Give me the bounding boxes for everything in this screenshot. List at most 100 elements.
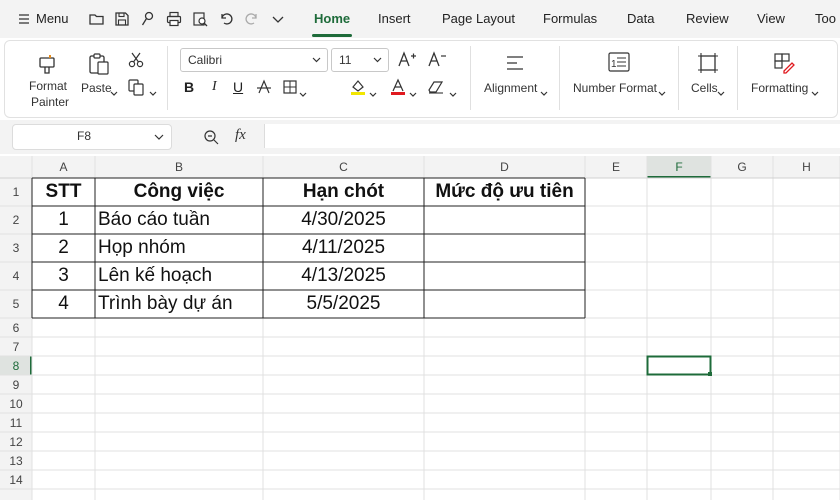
formatting-chevron-icon[interactable] xyxy=(811,84,819,102)
header-han-chot[interactable]: Hạn chót xyxy=(263,178,424,206)
redo-icon[interactable] xyxy=(243,10,261,28)
header-muc-do-uu-tien[interactable]: Mức độ ưu tiên xyxy=(424,178,585,206)
row-header-5[interactable]: 5 xyxy=(0,297,32,311)
copy-icon[interactable] xyxy=(127,78,145,101)
column-header-d[interactable]: D xyxy=(424,160,585,174)
cell-cong-viec[interactable]: Trình bày dự án xyxy=(95,290,263,318)
cell-han-chot[interactable]: 5/5/2025 xyxy=(263,290,424,318)
tab-insert[interactable]: Insert xyxy=(378,11,411,26)
number-format-chevron-icon[interactable] xyxy=(658,84,666,102)
format-painter-label[interactable]: Format xyxy=(29,79,67,93)
paste-dropdown-chevron-icon[interactable] xyxy=(110,84,118,102)
cell-muc-do-uu-tien[interactable] xyxy=(424,262,585,290)
column-header-h[interactable]: H xyxy=(773,160,840,174)
font-color-chevron-icon[interactable] xyxy=(409,85,417,103)
cells-icon[interactable] xyxy=(697,52,719,79)
copy-dropdown-chevron-icon[interactable] xyxy=(149,84,157,102)
row-header-9[interactable]: 9 xyxy=(0,378,32,392)
cell-muc-do-uu-tien[interactable] xyxy=(424,290,585,318)
tab-data[interactable]: Data xyxy=(627,11,654,26)
row-header-2[interactable]: 2 xyxy=(0,213,32,227)
header-cong-viec[interactable]: Công việc xyxy=(95,178,263,206)
font-size-dropdown[interactable]: 11 xyxy=(331,48,389,72)
row-header-7[interactable]: 7 xyxy=(0,340,32,354)
tab-review[interactable]: Review xyxy=(686,11,729,26)
cell-han-chot[interactable]: 4/30/2025 xyxy=(263,206,424,234)
cell-cong-viec[interactable]: Báo cáo tuần xyxy=(95,206,263,234)
tab-home[interactable]: Home xyxy=(314,11,350,26)
tab-view[interactable]: View xyxy=(757,11,785,26)
alignment-chevron-icon[interactable] xyxy=(540,84,548,102)
alignment-label[interactable]: Alignment xyxy=(484,81,537,95)
paste-label[interactable]: Paste xyxy=(81,81,112,95)
paste-icon[interactable] xyxy=(88,52,110,81)
cell-stt[interactable]: 2 xyxy=(32,234,95,262)
open-folder-icon[interactable] xyxy=(88,10,106,28)
borders-chevron-icon[interactable] xyxy=(299,85,307,103)
row-header-3[interactable]: 3 xyxy=(0,241,32,255)
hamburger-icon[interactable] xyxy=(18,12,30,30)
alignment-icon[interactable] xyxy=(505,54,525,77)
cells-chevron-icon[interactable] xyxy=(717,84,725,102)
tab-formulas[interactable]: Formulas xyxy=(543,11,597,26)
tab-tools[interactable]: Too xyxy=(815,11,836,26)
underline-icon[interactable]: U xyxy=(233,79,243,95)
format-painter-icon[interactable] xyxy=(36,52,60,81)
conditional-formatting-icon[interactable] xyxy=(773,52,795,79)
cell-stt[interactable]: 4 xyxy=(32,290,95,318)
column-header-f[interactable]: F xyxy=(647,160,711,174)
row-header-1[interactable]: 1 xyxy=(0,185,32,199)
column-header-b[interactable]: B xyxy=(95,160,263,174)
column-header-c[interactable]: C xyxy=(263,160,424,174)
row-header-13[interactable]: 13 xyxy=(0,454,32,468)
clear-formatting-icon[interactable] xyxy=(427,79,445,100)
clear-chevron-icon[interactable] xyxy=(449,85,457,103)
row-header-11[interactable]: 11 xyxy=(0,416,32,430)
cut-icon[interactable] xyxy=(127,51,145,74)
active-cell-selection[interactable] xyxy=(646,355,712,376)
decrease-font-size-icon[interactable] xyxy=(427,50,447,73)
borders-icon[interactable] xyxy=(282,79,298,100)
fill-color-chevron-icon[interactable] xyxy=(369,85,377,103)
fill-handle[interactable] xyxy=(708,372,712,376)
row-header-14[interactable]: 14 xyxy=(0,473,32,487)
number-format-icon[interactable]: 1 xyxy=(608,52,630,77)
cell-cong-viec[interactable]: Lên kế hoạch xyxy=(95,262,263,290)
increase-font-size-icon[interactable] xyxy=(397,50,417,73)
header-stt[interactable]: STT xyxy=(32,178,95,206)
format-painter-label-2[interactable]: Painter xyxy=(31,95,69,109)
font-name-dropdown[interactable]: Calibri xyxy=(180,48,328,72)
font-color-icon[interactable] xyxy=(389,78,407,101)
cell-muc-do-uu-tien[interactable] xyxy=(424,234,585,262)
zoom-search-icon[interactable] xyxy=(203,129,219,150)
cell-stt[interactable]: 3 xyxy=(32,262,95,290)
formatting-label[interactable]: Formatting xyxy=(751,81,808,95)
column-header-a[interactable]: A xyxy=(32,160,95,174)
cell-han-chot[interactable]: 4/13/2025 xyxy=(263,262,424,290)
cell-cong-viec[interactable]: Họp nhóm xyxy=(95,234,263,262)
save-icon[interactable] xyxy=(113,10,131,28)
chevron-down-icon[interactable] xyxy=(269,10,287,28)
cells-label[interactable]: Cells xyxy=(691,81,718,95)
number-format-label[interactable]: Number Format xyxy=(573,81,657,95)
italic-icon[interactable]: I xyxy=(212,79,217,95)
strikethrough-icon[interactable] xyxy=(256,79,272,100)
share-icon[interactable] xyxy=(139,10,157,28)
cell-stt[interactable]: 1 xyxy=(32,206,95,234)
cell-han-chot[interactable]: 4/11/2025 xyxy=(263,234,424,262)
undo-icon[interactable] xyxy=(217,10,235,28)
row-header-8[interactable]: 8 xyxy=(0,359,32,373)
tab-page-layout[interactable]: Page Layout xyxy=(442,11,515,26)
row-header-4[interactable]: 4 xyxy=(0,269,32,283)
column-header-e[interactable]: E xyxy=(585,160,647,174)
print-preview-icon[interactable] xyxy=(191,10,209,28)
menu-label[interactable]: Menu xyxy=(36,11,69,26)
row-header-6[interactable]: 6 xyxy=(0,321,32,335)
insert-function-icon[interactable]: fx xyxy=(235,127,246,144)
name-box[interactable]: F8 xyxy=(12,124,172,150)
column-header-g[interactable]: G xyxy=(711,160,773,174)
formula-input[interactable] xyxy=(264,124,840,148)
row-header-10[interactable]: 10 xyxy=(0,397,32,411)
cell-muc-do-uu-tien[interactable] xyxy=(424,206,585,234)
print-icon[interactable] xyxy=(165,10,183,28)
